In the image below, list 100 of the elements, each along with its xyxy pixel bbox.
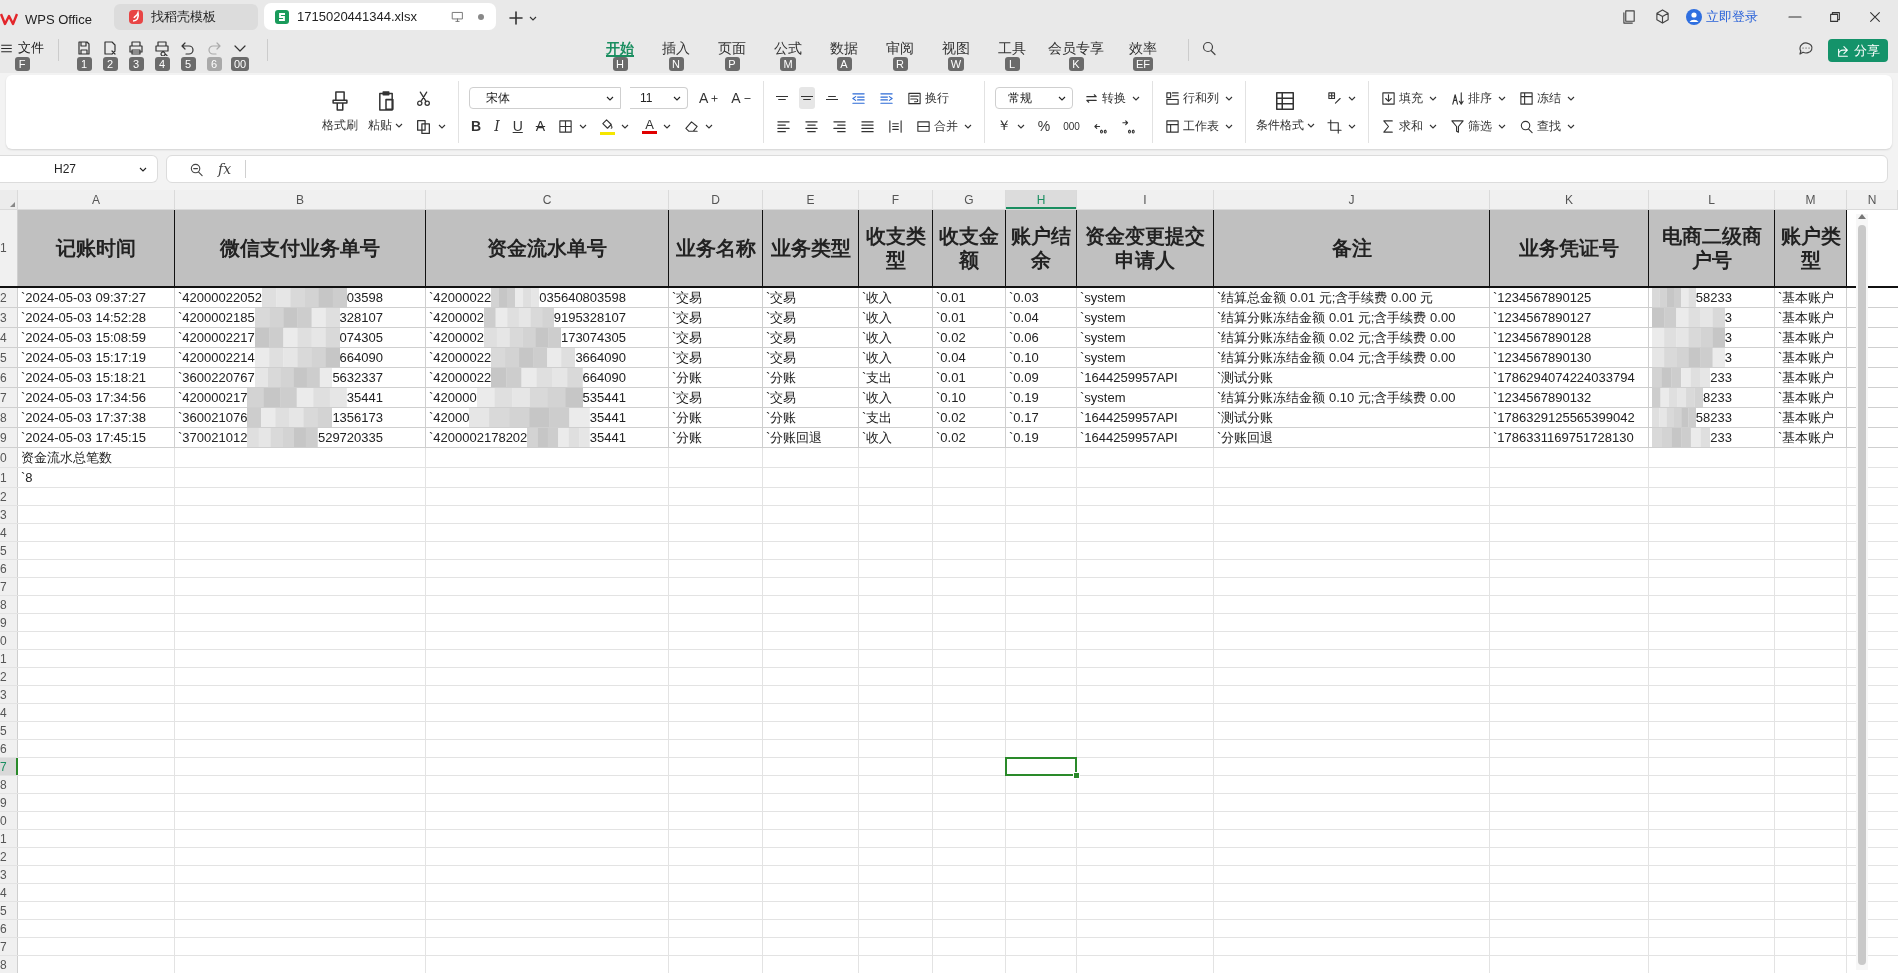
column-header[interactable]: L (1649, 190, 1775, 209)
row-header[interactable]: 6 (0, 368, 18, 387)
row-header[interactable]: 0 (0, 812, 18, 829)
filter-button[interactable]: 筛选 (1447, 115, 1508, 137)
find-button[interactable]: 查找 (1516, 115, 1577, 137)
vertical-scrollbar[interactable] (1856, 214, 1868, 970)
shrink-font-button[interactable]: A (729, 87, 753, 109)
column-header[interactable]: I (1077, 190, 1214, 209)
row-header[interactable]: 3 (0, 308, 18, 327)
merge-button[interactable]: 合并 (913, 115, 974, 137)
row-header[interactable]: 9 (0, 428, 18, 447)
row-header[interactable]: 5 (0, 902, 18, 919)
align-middle-button[interactable] (798, 87, 815, 109)
row-header[interactable]: 3 (0, 686, 18, 703)
column-header[interactable]: D (669, 190, 763, 209)
freeze-button[interactable]: 冻结 (1516, 87, 1577, 109)
italic-button[interactable]: I (492, 115, 502, 137)
menu-tab[interactable]: 数据 (830, 39, 858, 57)
toolbar-button[interactable] (76, 39, 92, 57)
toolbar-button[interactable] (128, 39, 144, 57)
login-link[interactable]: 立即登录 (1686, 7, 1758, 26)
row-header[interactable]: 3 (0, 866, 18, 883)
document-tab[interactable]: 找稻壳模板 (114, 4, 258, 30)
fill-button[interactable]: 填充 (1378, 87, 1439, 109)
column-header[interactable]: N (1847, 190, 1898, 209)
row-header[interactable]: 0 (0, 448, 18, 467)
row-header[interactable]: 7 (0, 578, 18, 595)
strikethrough-button[interactable]: A (533, 115, 548, 137)
row-header[interactable]: 2 (0, 668, 18, 685)
column-header[interactable]: E (763, 190, 859, 209)
thousands-button[interactable]: 000 (1061, 115, 1082, 137)
row-header[interactable]: 4 (0, 884, 18, 901)
row-header[interactable]: 5 (0, 348, 18, 367)
document-tab[interactable]: WPS Office (0, 5, 108, 33)
row-header[interactable]: 8 (0, 596, 18, 613)
chat-button[interactable] (1798, 39, 1814, 57)
font-color-button[interactable]: A (640, 115, 674, 137)
bold-button[interactable]: B (469, 115, 484, 137)
sort-button[interactable]: 排序 (1447, 87, 1508, 109)
toolbar-button[interactable] (102, 39, 118, 57)
column-header[interactable]: F (859, 190, 933, 209)
row-header[interactable]: 7 (0, 938, 18, 955)
percent-button[interactable]: % (1035, 115, 1053, 137)
row-header[interactable]: 5 (0, 542, 18, 559)
name-box[interactable]: H27 (0, 155, 158, 183)
row-header[interactable]: 2 (0, 288, 18, 307)
row-header[interactable]: 1 (0, 468, 18, 487)
row-header[interactable]: 6 (0, 920, 18, 937)
menu-tab[interactable]: 会员专享 (1048, 39, 1104, 57)
row-header[interactable]: 8 (0, 776, 18, 793)
rows-columns-button[interactable]: 行和列 (1162, 87, 1235, 109)
row-header[interactable]: 6 (0, 560, 18, 577)
row-header[interactable]: 9 (0, 794, 18, 811)
menu-tab[interactable]: 审阅 (886, 39, 914, 57)
menu-tab[interactable]: 工具 (998, 39, 1026, 57)
row-header[interactable]: 8 (0, 956, 18, 973)
sum-button[interactable]: 求和 (1378, 115, 1439, 137)
row-header[interactable]: 1 (0, 650, 18, 667)
menu-tab[interactable]: 视图 (942, 39, 970, 57)
formula-field[interactable]: fx (166, 155, 1888, 183)
row-header[interactable]: 2 (0, 848, 18, 865)
column-header[interactable]: B (175, 190, 426, 209)
column-header[interactable]: J (1214, 190, 1490, 209)
currency-button[interactable]: ￥ (994, 115, 1027, 137)
toolbar-button[interactable] (154, 39, 170, 57)
column-header[interactable]: M (1775, 190, 1847, 209)
column-header[interactable]: C (426, 190, 669, 209)
row-header[interactable]: 6 (0, 740, 18, 757)
column-header[interactable]: A (18, 190, 175, 209)
paste-button[interactable]: 粘贴 (368, 90, 403, 134)
row-header[interactable]: 1 (0, 210, 18, 286)
format-painter-button[interactable]: 格式刷 (322, 90, 358, 134)
row-header[interactable]: 0 (0, 632, 18, 649)
worksheet-button[interactable]: 工作表 (1162, 115, 1235, 137)
conditional-format-button[interactable]: 条件格式 (1255, 90, 1315, 134)
menu-tab[interactable]: 插入 (662, 39, 690, 57)
menu-tab[interactable]: 页面 (718, 39, 746, 57)
row-header[interactable]: 4 (0, 524, 18, 541)
share-button[interactable]: 分享 (1828, 39, 1888, 62)
wrap-text-button[interactable]: 换行 (904, 87, 951, 109)
font-size-select[interactable]: 11 (630, 87, 688, 109)
row-header[interactable]: 2 (0, 488, 18, 505)
cell-selection[interactable] (1005, 757, 1077, 776)
fill-handle[interactable] (1073, 772, 1080, 779)
search-button[interactable] (1201, 39, 1217, 57)
row-header[interactable]: 1 (0, 830, 18, 847)
grow-font-button[interactable]: A (697, 87, 721, 109)
row-header[interactable]: 3 (0, 506, 18, 523)
number-format-select[interactable]: 常规 (994, 87, 1073, 109)
row-header[interactable]: 4 (0, 704, 18, 721)
row-header[interactable]: 8 (0, 408, 18, 427)
document-tab[interactable]: 1715020441344.xlsx (264, 3, 496, 30)
row-header[interactable]: 4 (0, 328, 18, 347)
underline-button[interactable]: U (510, 115, 525, 137)
convert-button[interactable]: 转换 (1081, 87, 1142, 109)
menu-tab[interactable]: 效率 (1129, 39, 1157, 57)
menu-tab[interactable]: 公式 (774, 39, 802, 57)
file-menu[interactable]: 文件 (0, 39, 44, 57)
row-header[interactable]: 9 (0, 614, 18, 631)
column-header[interactable]: K (1490, 190, 1649, 209)
